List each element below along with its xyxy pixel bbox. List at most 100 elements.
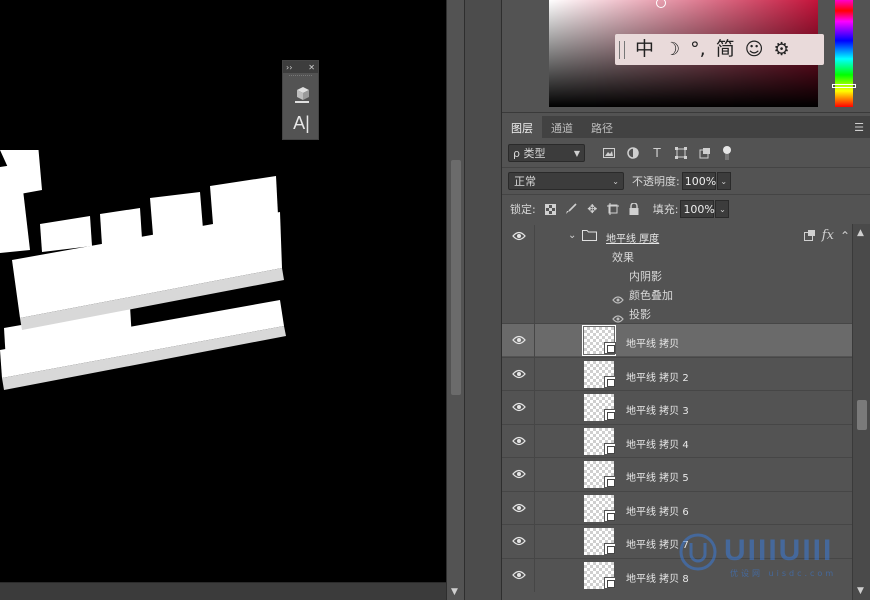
divider [534,525,535,558]
eye-icon[interactable] [512,231,526,241]
eye-icon[interactable] [512,469,526,479]
eye-icon[interactable] [512,503,526,513]
image-filter-icon[interactable] [597,144,621,162]
floating-panel-header[interactable]: ›› ✕ [283,61,318,73]
character-panel-button[interactable]: A| [283,109,320,137]
ime-grip[interactable] [619,40,625,59]
opacity-input[interactable]: 100% [681,172,716,190]
shape-filter-icon[interactable] [669,144,693,162]
fill-dropdown-icon[interactable]: ⌄ [715,200,730,218]
smart-object-icon [604,509,616,522]
fill-label: 填充: [652,203,679,216]
canvas-scroll-thumb[interactable] [451,160,461,395]
expand-panel-icon[interactable]: ›› [286,63,292,72]
eye-icon[interactable] [612,289,624,304]
type-filter-icon[interactable]: T [645,144,669,162]
layer-name[interactable]: 地平线 拷贝 4 [626,436,689,451]
scroll-down-arrow-icon[interactable]: ▼ [451,587,458,597]
panel-dock-column [464,0,502,600]
smart-object-icon [604,442,616,455]
eye-icon[interactable] [512,402,526,412]
layer-row[interactable]: 地平线 拷贝 [502,323,854,357]
watermark-text: UIIIUIII [724,534,834,567]
layer-row[interactable]: 地平线 拷贝 2 [502,356,854,391]
canvas-horizontal-scrollbar[interactable] [0,582,446,600]
close-icon[interactable]: ✕ [308,63,315,72]
tab-channels[interactable]: 通道 [542,116,582,138]
watermark-mark-icon [679,533,717,571]
effect-drop-shadow[interactable]: 投影 [629,306,651,322]
cube-icon [294,87,309,103]
hue-slider[interactable] [835,0,853,107]
effects-label: 效果 [612,251,634,264]
divider [534,357,535,391]
blend-mode-select[interactable]: 正常 ⌄ [508,172,624,190]
smiley-icon[interactable]: ☺ [745,40,764,59]
panel-menu-icon[interactable]: ☰ [854,121,864,134]
divider [534,558,535,592]
folder-icon [582,230,597,241]
lock-all-icon[interactable] [624,200,645,218]
eye-icon[interactable] [512,536,526,546]
canvas-vertical-scrollbar[interactable]: ▼ [446,0,464,600]
punctuation-mode[interactable]: °, [690,40,706,59]
ime-simplified-mode[interactable]: 简 [716,40,735,59]
eye-icon[interactable] [512,335,526,345]
ime-chinese-mode[interactable]: 中 [635,40,654,59]
layer-row[interactable]: 地平线 拷贝 3 [502,390,854,424]
smart-object-icon [604,576,616,589]
canvas-artwork [0,150,286,390]
fx-icon[interactable]: fx [822,228,834,243]
layer-name[interactable]: 地平线 拷贝 6 [626,503,689,518]
layer-row[interactable]: 地平线 拷贝 4 [502,423,854,458]
divider [534,225,535,323]
layers-panel-tabs: 图层 通道 路径 ☰ [502,116,870,138]
smart-object-icon [604,543,616,555]
layer-row[interactable]: 地平线 拷贝 6 [502,490,854,525]
layer-name[interactable]: 地平线 拷贝 2 [626,369,689,384]
moon-icon[interactable]: ☽ [664,40,680,59]
adjustment-filter-icon[interactable] [621,144,645,162]
group-name[interactable]: 地平线 厚度 [606,230,659,245]
divider [534,458,535,491]
chevron-down-icon[interactable]: ⌄ [568,230,576,241]
effect-inner-shadow[interactable]: 内阴影 [629,268,662,284]
document-canvas[interactable] [0,0,446,582]
smart-object-filter-icon[interactable] [693,144,717,162]
scroll-up-arrow-icon[interactable]: ▲ [857,228,864,238]
divider [534,424,535,458]
layers-scroll-thumb[interactable] [857,400,867,430]
filter-toggle-switch[interactable] [723,146,731,160]
lock-pixels-brush-icon[interactable] [561,200,582,218]
effect-color-overlay[interactable]: 颜色叠加 [629,287,673,303]
layer-group-row[interactable]: ⌄ 地平线 厚度 fx ⌃ [502,225,854,247]
gear-icon[interactable]: ⚙ [773,40,789,59]
chevron-up-icon[interactable]: ⌃ [840,229,850,243]
group-badges: fx ⌃ [803,228,850,243]
lock-position-move-icon[interactable]: ✥ [582,200,603,218]
layer-name[interactable]: 地平线 拷贝 5 [626,469,689,484]
opacity-dropdown-icon[interactable]: ⌄ [716,172,731,190]
panel-grip[interactable] [289,75,312,79]
tab-paths[interactable]: 路径 [582,116,622,138]
layer-row[interactable]: 地平线 拷贝 5 [502,457,854,491]
lock-transparency-icon[interactable] [540,200,561,218]
blend-mode-label: 正常 [514,175,536,188]
lock-artboard-icon[interactable] [603,200,624,218]
layer-filter-row: ρ 类型 ▼ T [502,141,870,165]
chevron-down-icon: ▼ [573,148,580,158]
scroll-down-arrow-icon[interactable]: ▼ [857,586,864,596]
floating-tool-panel: ›› ✕ A| [282,60,319,140]
layers-scrollbar[interactable]: ▲ ▼ [852,224,870,600]
eye-icon[interactable] [512,436,526,446]
eye-icon[interactable] [512,369,526,379]
tab-layers[interactable]: 图层 [502,116,542,138]
fill-input[interactable]: 100% [680,200,715,218]
layer-filter-select[interactable]: ρ 类型 ▼ [508,144,585,162]
3d-panel-button[interactable] [283,81,320,109]
hue-slider-marker[interactable] [832,84,856,88]
eye-icon[interactable] [612,308,624,323]
layer-name[interactable]: 地平线 拷贝 3 [626,402,689,417]
eye-icon[interactable] [512,570,526,580]
layer-name[interactable]: 地平线 拷贝 [626,335,679,350]
